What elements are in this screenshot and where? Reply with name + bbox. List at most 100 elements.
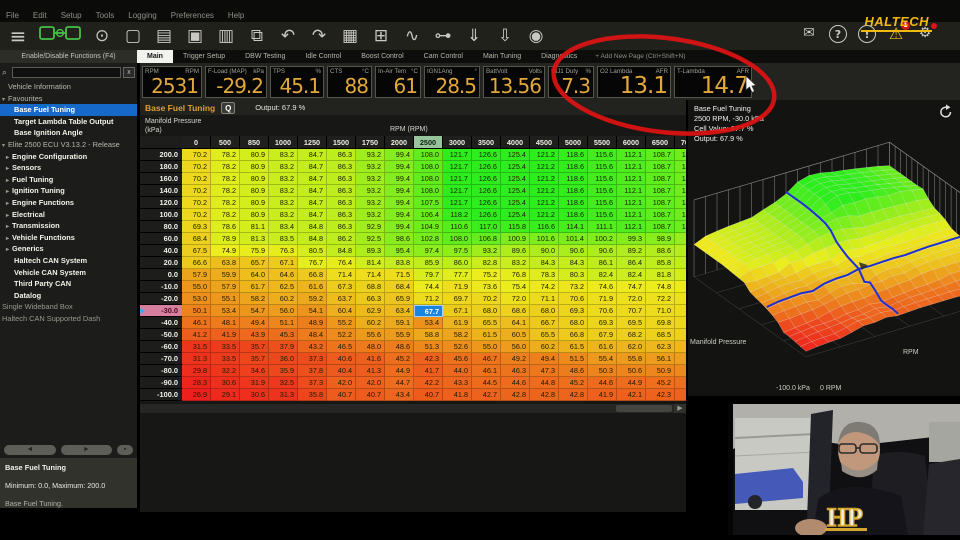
- table-cell[interactable]: 107.5: [414, 197, 443, 209]
- table-cell[interactable]: 42.3: [414, 353, 443, 365]
- table-cell[interactable]: 78.2: [211, 209, 240, 221]
- column-header-1500[interactable]: 1500: [327, 136, 356, 149]
- table-cell[interactable]: 76.8: [501, 269, 530, 281]
- table-cell[interactable]: 80.9: [240, 149, 269, 161]
- table-cell[interactable]: 71.9: [443, 281, 472, 293]
- table-cell[interactable]: 44.9: [385, 365, 414, 377]
- table-cell[interactable]: 95.0: [675, 233, 686, 245]
- gauge-tps[interactable]: TPS% 45.1: [270, 65, 324, 98]
- table-cell[interactable]: 49.4: [240, 317, 269, 329]
- table-cell[interactable]: 125.4: [501, 173, 530, 185]
- table-cell[interactable]: 40.7: [414, 389, 443, 401]
- menu-tools[interactable]: Tools: [96, 11, 115, 20]
- table-cell[interactable]: 45.2: [646, 377, 675, 389]
- save-as-icon[interactable]: ▥: [216, 26, 236, 46]
- table-cell[interactable]: 55.1: [211, 293, 240, 305]
- table-cell[interactable]: 71.4: [356, 269, 385, 281]
- compare-maps-icon[interactable]: ⧉: [247, 26, 267, 46]
- column-header-5500[interactable]: 5500: [588, 136, 617, 149]
- menu-edit[interactable]: Edit: [33, 11, 47, 20]
- table-cell[interactable]: 78.3: [530, 269, 559, 281]
- table-cell[interactable]: 83.2: [269, 185, 298, 197]
- table-cell[interactable]: 44.9: [617, 377, 646, 389]
- column-header-500[interactable]: 500: [211, 136, 240, 149]
- table-cell[interactable]: 68.2: [617, 329, 646, 341]
- table-cell[interactable]: 68.8: [356, 281, 385, 293]
- table-cell[interactable]: 76.3: [269, 245, 298, 257]
- table-cell[interactable]: 41.3: [356, 365, 385, 377]
- gauge-inj1-duty[interactable]: INJ1 Duty% 7.3: [548, 65, 594, 98]
- table-cell[interactable]: 31.3: [269, 389, 298, 401]
- table-cell[interactable]: 99.4: [385, 149, 414, 161]
- table-cell[interactable]: 52.6: [443, 341, 472, 353]
- table-cell[interactable]: 41.9: [588, 389, 617, 401]
- table-cell[interactable]: 54.1: [298, 305, 327, 317]
- table-cell[interactable]: 61.5: [472, 329, 501, 341]
- table-cell[interactable]: 93.2: [356, 197, 385, 209]
- row-header-140.0[interactable]: 140.0: [140, 185, 182, 197]
- tab-boost-control[interactable]: Boost Control: [351, 50, 413, 63]
- row-header--90.0[interactable]: -90.0: [140, 377, 182, 389]
- table-cell[interactable]: 55.0: [472, 341, 501, 353]
- table-cell[interactable]: 112.1: [617, 149, 646, 161]
- table-cell[interactable]: 33.5: [211, 353, 240, 365]
- table-cell[interactable]: 71.1: [675, 305, 686, 317]
- table-cell[interactable]: 59.9: [211, 269, 240, 281]
- table-cell[interactable]: 41.7: [414, 365, 443, 377]
- table-cell[interactable]: 125.4: [501, 209, 530, 221]
- table-cell[interactable]: 60.2: [269, 293, 298, 305]
- table-cell[interactable]: 66.8: [559, 329, 588, 341]
- table-cell[interactable]: 29.8: [182, 365, 211, 377]
- table-cell[interactable]: 81.8: [646, 269, 675, 281]
- table-cell[interactable]: 45.6: [443, 353, 472, 365]
- table-cell[interactable]: 111.1: [588, 221, 617, 233]
- table-cell[interactable]: 61.6: [298, 281, 327, 293]
- table-cell[interactable]: 115.6: [588, 173, 617, 185]
- table-cell[interactable]: 43.9: [240, 329, 269, 341]
- surface-3d-plot[interactable]: Manifold Pressure RPM -100.0 kPa 0 RPM: [688, 100, 960, 396]
- table-cell[interactable]: 74.9: [211, 245, 240, 257]
- table-cell[interactable]: 121.2: [530, 173, 559, 185]
- table-cell[interactable]: 100.9: [501, 233, 530, 245]
- table-cell[interactable]: 121.2: [530, 161, 559, 173]
- table-cell[interactable]: 64.1: [501, 317, 530, 329]
- table-cell[interactable]: 42.5: [675, 389, 686, 401]
- row-header-160.0[interactable]: 160.0: [140, 173, 182, 185]
- table-cell[interactable]: 108.7: [646, 197, 675, 209]
- sidebar-item-electrical[interactable]: ▸ Electrical: [0, 209, 137, 221]
- table-cell[interactable]: 79.7: [414, 269, 443, 281]
- row-header-80.0[interactable]: 80.0: [140, 221, 182, 233]
- row-header--20.0[interactable]: -20.0: [140, 293, 182, 305]
- row-header-180.0[interactable]: 180.0: [140, 161, 182, 173]
- menu-preferences[interactable]: Preferences: [171, 11, 214, 20]
- row-header-120.0[interactable]: 120.0: [140, 197, 182, 209]
- table-cell[interactable]: 48.0: [356, 341, 385, 353]
- table-cell[interactable]: 50.3: [588, 365, 617, 377]
- table-cell[interactable]: 75.9: [240, 245, 269, 257]
- table-cell[interactable]: 34.6: [240, 365, 269, 377]
- table-cell[interactable]: 30.6: [240, 389, 269, 401]
- table-cell[interactable]: 42.2: [414, 377, 443, 389]
- table-cell[interactable]: 115.6: [588, 209, 617, 221]
- table-cell[interactable]: 42.8: [530, 389, 559, 401]
- table-cell[interactable]: 32.5: [269, 377, 298, 389]
- row-header--10.0[interactable]: -10.0: [140, 281, 182, 293]
- table-cell[interactable]: 66.3: [356, 293, 385, 305]
- sidebar-item-third-party-can[interactable]: Third Party CAN: [0, 278, 137, 290]
- sidebar-item-single-wideband-box[interactable]: Single Wideband Box: [0, 301, 137, 313]
- table-cell[interactable]: 81.4: [356, 257, 385, 269]
- table-cell[interactable]: 121.7: [443, 149, 472, 161]
- add-new-page-button[interactable]: + Add New Page (Ctrl+Shift+N): [587, 50, 693, 63]
- table-cell[interactable]: 51.5: [559, 353, 588, 365]
- menu-file[interactable]: File: [6, 11, 19, 20]
- table-cell[interactable]: 125.4: [501, 197, 530, 209]
- table-cell[interactable]: 53.4: [414, 317, 443, 329]
- table-cell[interactable]: 51.1: [269, 317, 298, 329]
- table-cell[interactable]: 44.6: [588, 377, 617, 389]
- table-cell[interactable]: 106.4: [414, 209, 443, 221]
- table-cell[interactable]: 104.2: [675, 197, 686, 209]
- tab-dbw-testing[interactable]: DBW Testing: [235, 50, 295, 63]
- table-cell[interactable]: 46.5: [327, 341, 356, 353]
- gauge-o2-lambda[interactable]: O2 Lambda AFR 13.1: [597, 65, 671, 98]
- table-cell[interactable]: 118.6: [559, 161, 588, 173]
